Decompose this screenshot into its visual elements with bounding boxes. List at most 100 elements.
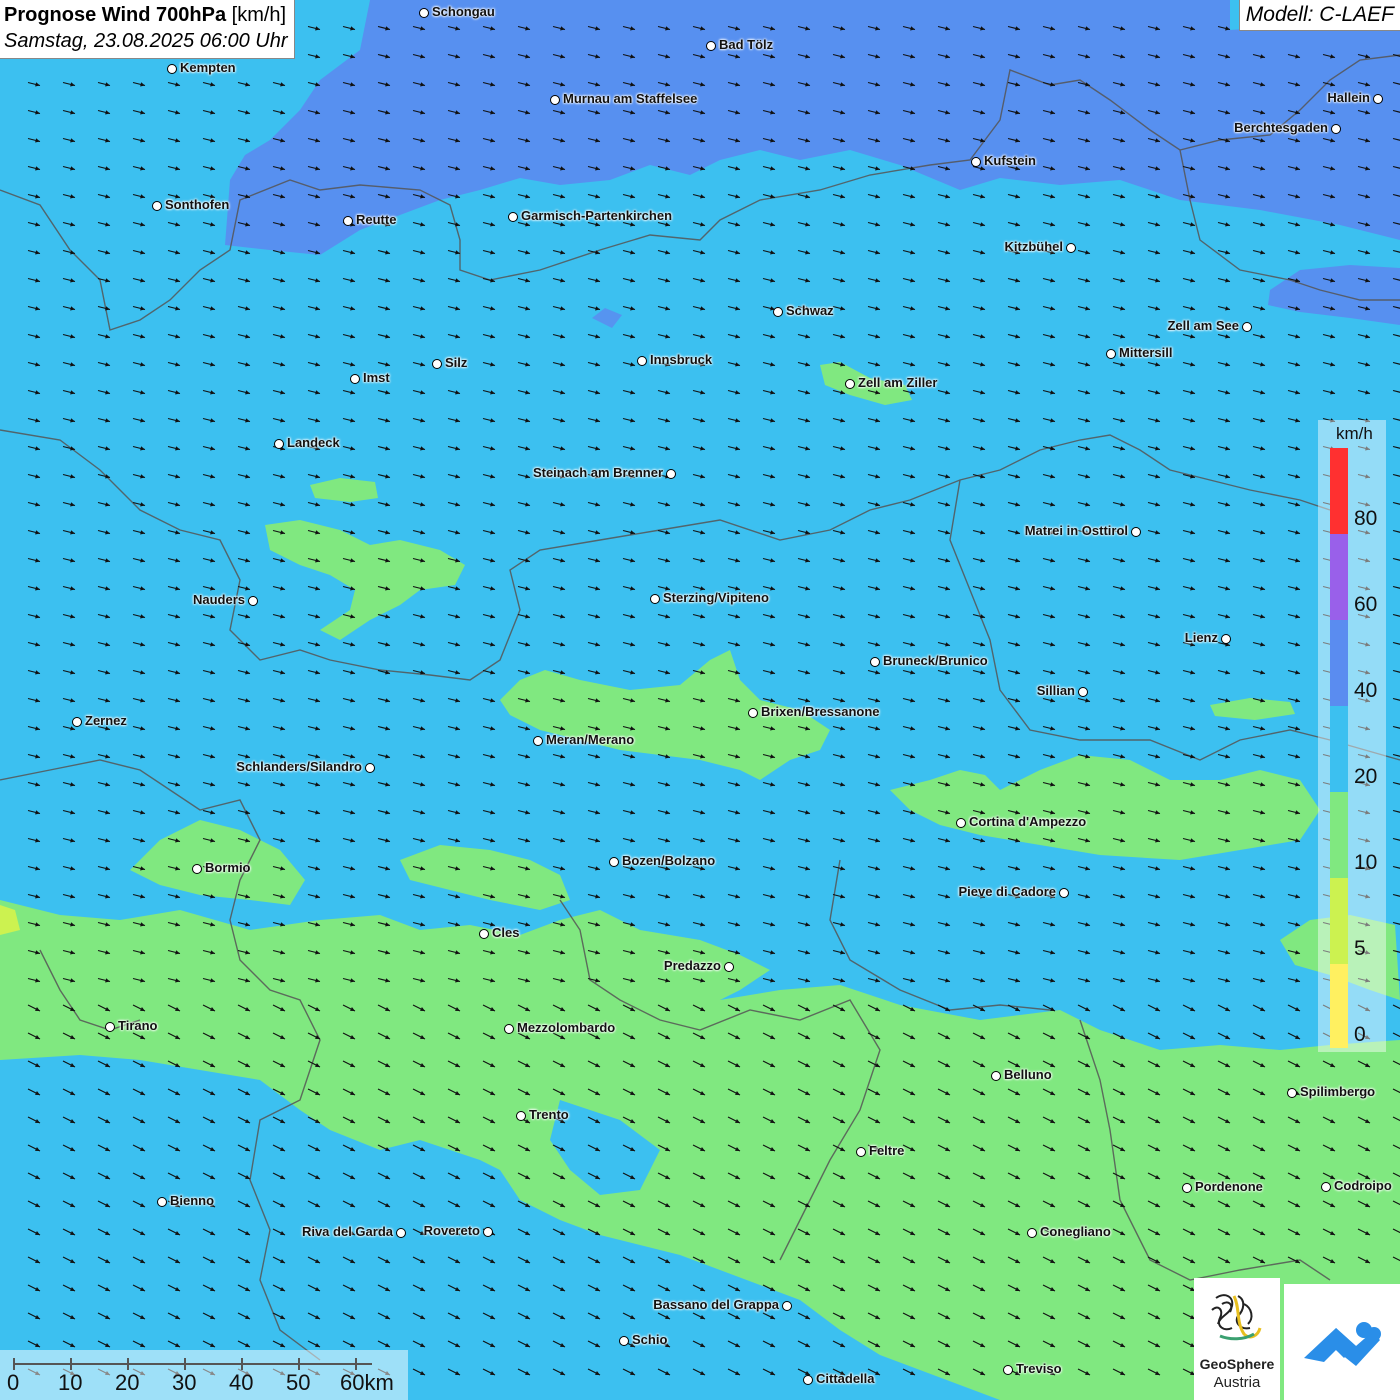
city-marker-icon — [1131, 527, 1141, 537]
city-marker-icon — [856, 1147, 866, 1157]
city-marker-icon — [1078, 687, 1088, 697]
legend-unit: km/h — [1336, 424, 1373, 443]
city-label-spilimbergo: Spilimbergo — [1300, 1084, 1376, 1099]
legend-label-40: 40 — [1354, 679, 1378, 702]
city-marker-icon — [167, 64, 177, 74]
legend-bar — [1330, 448, 1348, 1048]
city-marker-icon — [1027, 1228, 1037, 1238]
map-title: Prognose Wind 700hPa [km/h] — [4, 2, 288, 28]
city-label-belluno: Belluno — [1004, 1067, 1052, 1082]
city-marker-icon — [516, 1111, 526, 1121]
scale-label-40: 40 — [229, 1370, 254, 1395]
city-marker-icon — [637, 356, 647, 366]
city-marker-icon — [192, 864, 202, 874]
city-marker-icon — [748, 708, 758, 718]
city-label-pordenone: Pordenone — [1195, 1179, 1263, 1194]
city-marker-icon — [508, 212, 518, 222]
scale-label-20: 20 — [115, 1370, 140, 1395]
legend-label-10: 10 — [1354, 851, 1378, 874]
city-label-riva-del-garda: Riva del Garda — [301, 1224, 393, 1239]
city-label-meran-merano: Meran/Merano — [546, 732, 635, 747]
city-label-schlanders-silandro: Schlanders/Silandro — [236, 759, 362, 774]
city-label-bruneck-brunico: Bruneck/Brunico — [883, 653, 988, 668]
city-marker-icon — [650, 594, 660, 604]
city-label-brixen-bressanone: Brixen/Bressanone — [761, 704, 880, 719]
mountain-cloud-icon — [1304, 1322, 1381, 1366]
city-marker-icon — [1106, 349, 1116, 359]
city-label-pieve-di-cadore: Pieve di Cadore — [958, 884, 1056, 899]
city-label-garmisch-partenkirchen: Garmisch-Partenkirchen — [521, 208, 673, 223]
city-label-cortina-d-ampezzo: Cortina d'Ampezzo — [969, 814, 1087, 829]
legend-swatch-5-10 — [1330, 878, 1348, 964]
city-marker-icon — [72, 717, 82, 727]
city-label-hallein: Hallein — [1327, 90, 1370, 105]
city-marker-icon — [1373, 94, 1383, 104]
city-label-bozen-bolzano: Bozen/Bolzano — [622, 853, 716, 868]
city-marker-icon — [619, 1336, 629, 1346]
city-marker-icon — [1066, 243, 1076, 253]
city-marker-icon — [483, 1227, 493, 1237]
city-label-sterzing-vipiteno: Sterzing/Vipiteno — [663, 590, 769, 605]
city-label-zernez: Zernez — [85, 713, 127, 728]
city-label-schwaz: Schwaz — [786, 303, 834, 318]
city-marker-icon — [350, 374, 360, 384]
map-title-unit: [km/h] — [231, 4, 287, 26]
city-marker-icon — [432, 359, 442, 369]
city-label-trento: Trento — [529, 1107, 569, 1122]
city-marker-icon — [274, 439, 284, 449]
city-marker-icon — [1221, 634, 1231, 644]
city-marker-icon — [365, 763, 375, 773]
city-label-cles: Cles — [492, 925, 520, 940]
city-marker-icon — [533, 736, 543, 746]
legend-label-20: 20 — [1354, 765, 1378, 788]
legend-label-60: 60 — [1354, 593, 1378, 616]
city-label-cittadella: Cittadella — [816, 1371, 875, 1386]
city-label-matrei-in-osttirol: Matrei in Osttirol — [1024, 523, 1128, 538]
city-label-schongau: Schongau — [432, 4, 495, 19]
city-label-kempten: Kempten — [180, 60, 236, 75]
city-marker-icon — [1003, 1365, 1013, 1375]
city-marker-icon — [803, 1375, 813, 1385]
legend-swatch-0-5 — [1330, 964, 1348, 1048]
city-marker-icon — [782, 1301, 792, 1311]
weather-app-logo[interactable] — [1284, 1284, 1400, 1400]
legend-swatch-60-80 — [1330, 534, 1348, 620]
city-label-steinach-am-brenner: Steinach am Brenner — [532, 465, 663, 480]
city-marker-icon — [1331, 124, 1341, 134]
city-label-conegliano: Conegliano — [1040, 1224, 1111, 1239]
city-label-innsbruck: Innsbruck — [650, 352, 713, 367]
city-marker-icon — [550, 95, 560, 105]
legend-label-5: 5 — [1354, 937, 1366, 960]
scale-label-60km: 60km — [340, 1370, 394, 1395]
scale-label-10: 10 — [58, 1370, 83, 1395]
city-label-sillian: Sillian — [1036, 683, 1075, 698]
city-label-imst: Imst — [363, 370, 390, 385]
city-label-bormio: Bormio — [205, 860, 251, 875]
city-marker-icon — [724, 962, 734, 972]
legend-swatch-40-60 — [1330, 620, 1348, 706]
scale-bar: 0 10 20 30 40 50 60km — [0, 1350, 408, 1400]
city-marker-icon — [666, 469, 676, 479]
city-marker-icon — [105, 1022, 115, 1032]
city-label-bienno: Bienno — [170, 1193, 215, 1208]
city-label-nauders: Nauders — [192, 592, 245, 607]
title-box: Prognose Wind 700hPa [km/h] Samstag, 23.… — [0, 0, 295, 59]
map-title-main: Prognose Wind 700hPa — [4, 4, 227, 26]
city-label-landeck: Landeck — [287, 435, 340, 450]
geosphere-austria-logo[interactable]: GeoSphere Austria — [1194, 1278, 1280, 1400]
legend-label-0: 0 — [1354, 1023, 1366, 1046]
city-marker-icon — [1287, 1088, 1297, 1098]
city-marker-icon — [1242, 322, 1252, 332]
city-marker-icon — [609, 857, 619, 867]
city-marker-icon — [971, 157, 981, 167]
city-marker-icon — [152, 201, 162, 211]
legend-swatch-above80 — [1330, 448, 1348, 534]
city-marker-icon — [419, 8, 429, 18]
city-label-feltre: Feltre — [869, 1143, 905, 1158]
geosphere-logo-text: GeoSphere — [1199, 1356, 1275, 1372]
city-label-mittersill: Mittersill — [1119, 345, 1173, 360]
city-marker-icon — [157, 1197, 167, 1207]
city-marker-icon — [396, 1228, 406, 1238]
color-legend: km/h 80 60 40 20 10 5 0 — [1318, 420, 1386, 1052]
city-marker-icon — [1182, 1183, 1192, 1193]
